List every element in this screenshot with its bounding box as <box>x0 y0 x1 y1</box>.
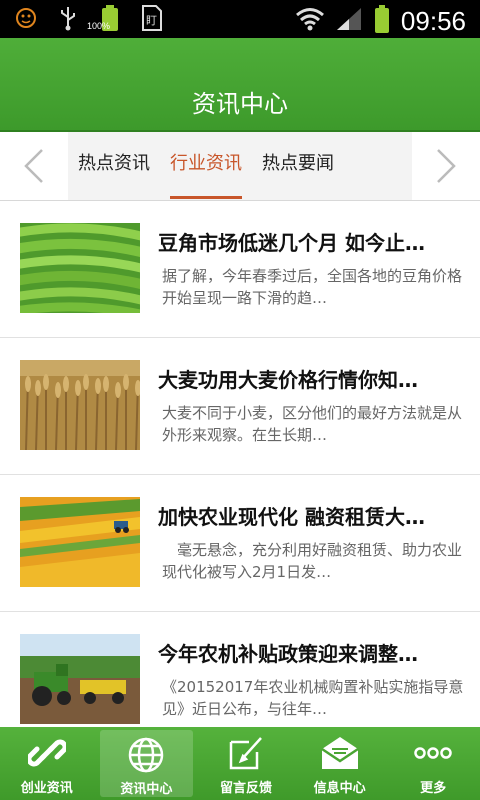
nav-label: 信息中心 <box>313 781 366 796</box>
article-summary: 《20152017年农业机械购置补贴实施指导意见》近日公布，与往年… <box>162 678 464 718</box>
article-title: 今年农机补贴政策迎来调整… <box>158 642 418 666</box>
globe-icon <box>126 736 166 774</box>
more-icon <box>413 733 453 773</box>
tabs-next-button[interactable] <box>412 132 480 200</box>
chevron-left-icon <box>24 149 43 183</box>
battery-percent: 100% <box>87 21 111 31</box>
nav-more[interactable]: 更多 <box>386 727 480 800</box>
mail-icon <box>320 733 360 773</box>
clock: 09:56 <box>400 6 466 36</box>
farm-fields-image <box>20 497 140 587</box>
barley-field-image <box>20 360 140 450</box>
green-beans-image <box>20 223 140 313</box>
article-title: 豆角市场低迷几个月 如今止… <box>158 231 425 255</box>
nav-label: 资讯中心 <box>120 782 173 797</box>
nav-news-center[interactable]: 资讯中心 <box>99 730 194 797</box>
nav-info-center[interactable]: 信息中心 <box>293 727 387 800</box>
article-summary: 毫无悬念，充分利用好融资租赁、助力农业现代化被写入2月1日发… <box>162 541 463 581</box>
article-title: 加快农业现代化 融资租赁大… <box>158 505 425 529</box>
article-item[interactable]: 大麦功用大麦价格行情你知… 大麦不同于小麦，区分他们的最好方法就是从外形来观察。… <box>0 338 480 475</box>
title-bar: 资讯中心 <box>0 38 480 132</box>
usb-icon <box>56 6 80 31</box>
tab-headlines[interactable]: 热点要闻 <box>262 132 334 196</box>
nav-startup-news[interactable]: 创业资讯 <box>0 727 94 800</box>
article-item[interactable]: 加快农业现代化 融资租赁大… 毫无悬念，充分利用好融资租赁、助力农业现代化被写入… <box>0 475 480 612</box>
chevron-right-icon <box>437 149 456 183</box>
nav-label: 留言反馈 <box>219 781 272 796</box>
tractor-image <box>20 634 140 724</box>
tab-list: 热点资讯 行业资讯 热点要闻 <box>68 132 412 200</box>
link-icon <box>27 733 67 773</box>
tab-hot-news[interactable]: 热点资讯 <box>78 132 150 196</box>
status-bar: 盯 100% 09:56 <box>0 0 480 38</box>
svg-text:盯: 盯 <box>146 14 157 27</box>
nav-label: 创业资讯 <box>20 781 73 796</box>
sim-app-icon: 盯 <box>140 5 164 31</box>
article-summary: 大麦不同于小麦，区分他们的最好方法就是从外形来观察。在生长期… <box>162 404 463 444</box>
nav-feedback[interactable]: 留言反馈 <box>199 727 293 800</box>
tab-industry-news[interactable]: 行业资讯 <box>170 132 242 199</box>
article-summary: 据了解，今年春季过后，全国各地的豆角价格开始呈现一路下滑的趋… <box>162 267 463 307</box>
signal-icon <box>335 6 363 36</box>
article-item[interactable]: 豆角市场低迷几个月 如今止… 据了解，今年春季过后，全国各地的豆角价格开始呈现一… <box>0 201 480 338</box>
wifi-icon <box>295 6 325 36</box>
notification-face-icon <box>14 6 38 30</box>
nav-label: 更多 <box>420 781 447 796</box>
edit-icon <box>226 733 266 773</box>
category-tabs: 热点资讯 行业资讯 热点要闻 <box>0 132 480 201</box>
tabs-prev-button[interactable] <box>0 132 68 200</box>
page-title: 资讯中心 <box>192 90 288 118</box>
bottom-nav: 创业资讯 资讯中心 留言反馈 信息中心 更多 <box>0 727 480 800</box>
article-list: 豆角市场低迷几个月 如今止… 据了解，今年春季过后，全国各地的豆角价格开始呈现一… <box>0 201 480 749</box>
article-title: 大麦功用大麦价格行情你知… <box>158 368 418 392</box>
battery-full-icon <box>373 4 391 38</box>
